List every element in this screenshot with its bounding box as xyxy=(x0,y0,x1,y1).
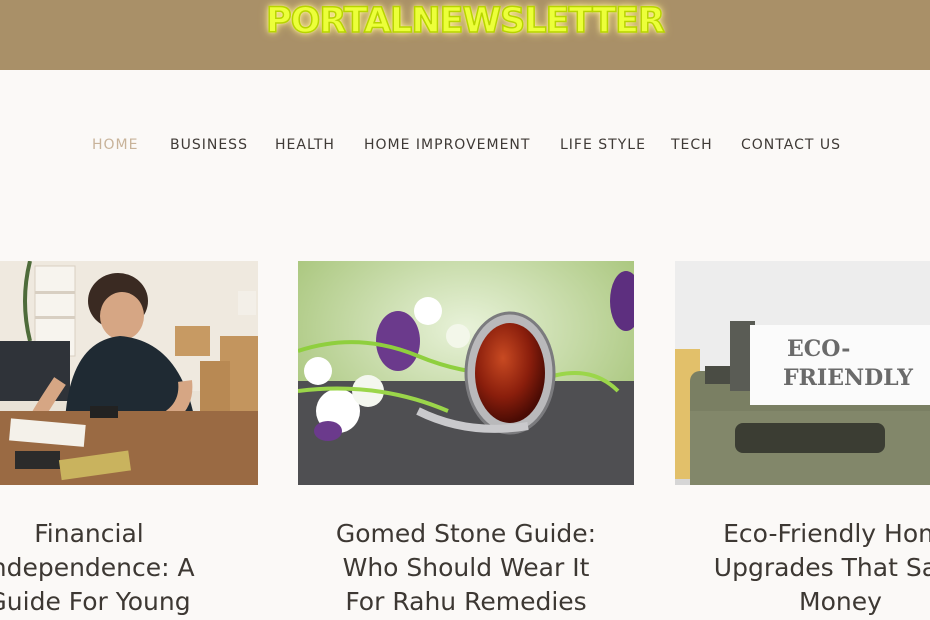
nav-item-home[interactable]: HOME xyxy=(92,137,138,153)
post-title-financial[interactable]: Financial Independence: A Guide For Youn… xyxy=(0,517,218,619)
nav-item-life-style[interactable]: LIFE STYLE xyxy=(560,137,646,153)
post-title-eco[interactable]: Eco-Friendly Home Upgrades That Save Mon… xyxy=(713,517,930,619)
post-title-gomed[interactable]: Gomed Stone Guide: Who Should Wear It Fo… xyxy=(298,517,634,619)
nav-item-tech[interactable]: TECH xyxy=(671,137,713,153)
site-logo[interactable]: PORTALNEWSLETTER xyxy=(0,0,930,42)
post-image-financial[interactable] xyxy=(0,261,258,485)
nav-item-home-improvement[interactable]: HOME IMPROVEMENT xyxy=(364,137,530,153)
nav-item-business[interactable]: BUSINESS xyxy=(170,137,248,153)
nav-item-health[interactable]: HEALTH xyxy=(275,137,335,153)
post-image-gomed[interactable] xyxy=(298,261,634,485)
post-image-eco[interactable]: ECO- FRIENDLY xyxy=(675,261,930,485)
eco-paper-line-1: ECO- xyxy=(787,336,850,362)
eco-paper-line-2: FRIENDLY xyxy=(783,365,913,391)
nav-item-contact-us[interactable]: CONTACT US xyxy=(741,137,841,153)
